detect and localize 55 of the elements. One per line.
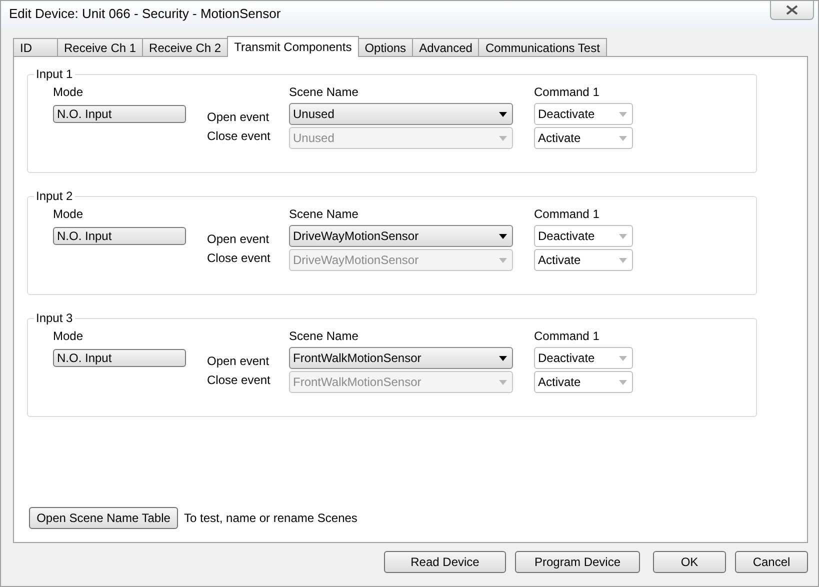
dropdown-arrow-icon [619, 356, 627, 360]
dropdown-arrow-icon [499, 356, 507, 360]
tab[interactable]: ID [13, 38, 58, 56]
column-label: Mode [53, 85, 84, 99]
column-label: Mode [53, 329, 84, 343]
event-label: Open event [207, 353, 270, 368]
dialog-button[interactable]: Read Device [384, 551, 506, 573]
hint-text: To test, name or rename Scenes [184, 511, 358, 525]
dropdown-arrow-icon [619, 112, 627, 116]
column-label: Scene Name [289, 207, 360, 221]
tab[interactable]: Advanced [412, 38, 480, 56]
dropdown-arrow-icon [499, 112, 507, 116]
dropdown-arrow-icon [619, 136, 627, 140]
tab[interactable]: Options [358, 38, 414, 56]
close-icon [786, 5, 798, 15]
column-label: Command 1 [534, 207, 600, 221]
command-dropdown[interactable]: Deactivate [534, 103, 633, 125]
command-dropdown[interactable]: Deactivate [534, 225, 633, 247]
command-dropdown[interactable]: Deactivate [534, 347, 633, 369]
dialog-button[interactable]: OK [653, 551, 726, 573]
tab[interactable]: Receive Ch 2 [142, 38, 228, 56]
column-label: Scene Name [289, 85, 360, 99]
dialog-button[interactable]: Cancel [735, 551, 808, 573]
dropdown-arrow-icon [499, 234, 507, 238]
group-title: Input 1 [34, 67, 75, 81]
dialog-button[interactable]: Program Device [515, 551, 640, 573]
mode-field: N.O. Input [53, 349, 186, 367]
column-label: Mode [53, 207, 84, 221]
dropdown-arrow-icon [619, 380, 627, 384]
scene-dropdown[interactable]: FrontWalkMotionSensor [289, 347, 513, 369]
tab[interactable]: Communications Test [478, 38, 607, 56]
dropdown-arrow-icon [619, 234, 627, 238]
dropdown-arrow-icon [499, 136, 507, 140]
mode-field: N.O. Input [53, 105, 186, 123]
tab[interactable]: Receive Ch 1 [57, 38, 144, 56]
event-label: Close event [207, 250, 272, 265]
window-title: Edit Device: Unit 066 - Security - MotionSensor [8, 5, 281, 21]
dropdown-arrow-icon [619, 258, 627, 262]
scene-dropdown[interactable]: Unused [289, 103, 513, 125]
event-label: Close event [207, 128, 272, 143]
group-title: Input 3 [34, 311, 75, 325]
dropdown-arrow-icon [499, 380, 507, 384]
dropdown-arrow-icon [499, 258, 507, 262]
column-label: Command 1 [534, 85, 600, 99]
event-label: Open event [207, 109, 270, 124]
open-scene-table-button[interactable]: Open Scene Name Table [29, 507, 178, 529]
close-button[interactable] [770, 1, 814, 20]
scene-dropdown[interactable]: DriveWayMotionSensor [289, 225, 513, 247]
event-label: Open event [207, 231, 270, 246]
mode-field: N.O. Input [53, 227, 186, 245]
tab[interactable]: Transmit Components [227, 36, 359, 57]
event-label: Close event [207, 372, 272, 387]
group-title: Input 2 [34, 189, 75, 203]
column-label: Scene Name [289, 329, 360, 343]
column-label: Command 1 [534, 329, 600, 343]
